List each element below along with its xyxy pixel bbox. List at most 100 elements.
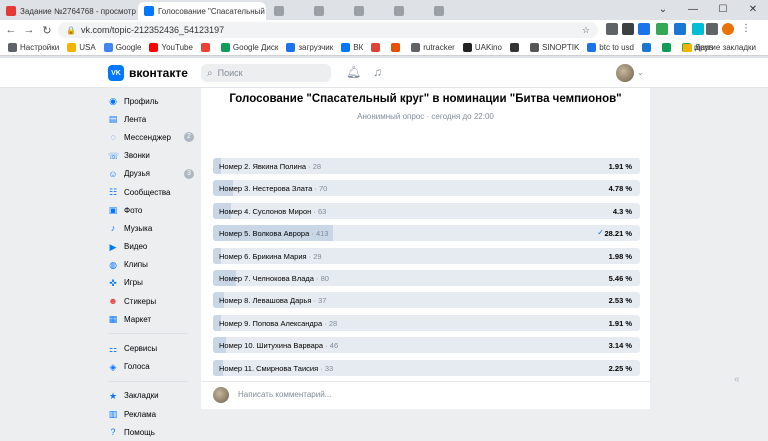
extension-icon[interactable]	[622, 23, 634, 35]
bookmark-item[interactable]	[200, 43, 213, 52]
bookmark-item[interactable]	[509, 43, 522, 52]
profile-avatar-icon[interactable]	[722, 23, 734, 35]
comment-input[interactable]: Написать комментарий...	[238, 390, 331, 399]
sidebar-item-label: Друзья	[124, 169, 150, 179]
bookmark-item[interactable]: USA	[67, 43, 96, 52]
bookmark-item[interactable]: загрузчик	[286, 43, 333, 52]
poll-option[interactable]: Номер 10. Шитухина Варвара · 46 3.14 %	[213, 337, 640, 354]
extension-icon[interactable]	[656, 23, 668, 35]
sidebar-item[interactable]: ▶ Видео	[108, 238, 198, 256]
reload-icon[interactable]: ↻	[40, 24, 54, 37]
star-icon[interactable]: ☆	[582, 25, 590, 36]
tab[interactable]	[388, 2, 426, 20]
chevron-down-icon[interactable]: ⌄	[648, 0, 678, 20]
poll-option[interactable]: Номер 5. Волкова Аврора · 413 ✓ 28.21 %	[213, 225, 640, 242]
music-note-icon[interactable]: ♫	[373, 65, 382, 79]
bookmark-item[interactable]: btc to usd	[587, 43, 634, 52]
forward-icon[interactable]: →	[22, 24, 36, 36]
sidebar-item[interactable]: ☻ Стикеры	[108, 292, 198, 310]
clips-icon: ◍	[109, 259, 117, 270]
poll-option[interactable]: Номер 9. Попова Александра · 28 1.91 %	[213, 314, 640, 331]
sidebar-item-label: Фото	[124, 205, 143, 215]
sidebar-item[interactable]: ? Помощь	[108, 423, 198, 441]
sidebar-item[interactable]: ☷ Сообщества	[108, 183, 198, 201]
bookmark-item[interactable]: SINOPTIK	[529, 43, 579, 52]
poll-subtitle: Анонимный опрос · сегодня до 22:00	[357, 112, 494, 121]
search-input[interactable]: ⌕ Поиск	[201, 64, 331, 82]
sidebar-item[interactable]: ☺ Друзья 3	[108, 165, 198, 183]
bookmark-item[interactable]	[391, 43, 403, 52]
bookmark-item[interactable]: Настройки	[8, 43, 59, 52]
vk-logo-icon: VK	[108, 65, 124, 81]
bell-icon[interactable]: 🔔︎	[346, 65, 361, 79]
tab[interactable]	[268, 2, 306, 20]
poll-option-label-wrap: Номер 11. Смирнова Таисия · 33	[219, 364, 333, 373]
puzzle-icon[interactable]	[706, 23, 718, 35]
sidebar-item[interactable]: ⚏ Сервисы	[108, 339, 198, 357]
sidebar-item-label: Маркет	[124, 314, 152, 324]
poll-option-percent: 4.78 %	[608, 184, 632, 194]
tab[interactable]	[348, 2, 386, 20]
address-bar[interactable]: 🔒 vk.com/topic-212352436_54123197 ☆	[58, 22, 598, 38]
bookmarks-icon: ★	[108, 390, 118, 401]
extension-icon[interactable]	[692, 23, 704, 35]
minimize-icon[interactable]: —	[678, 0, 708, 20]
sidebar-item[interactable]: ◈ Голоса	[108, 358, 198, 376]
communities-icon: ☷	[108, 187, 118, 198]
extension-icon[interactable]	[674, 23, 686, 35]
bookmark-item[interactable]: ВК	[341, 43, 363, 52]
bookmark-item[interactable]: YouTube	[149, 43, 193, 52]
bookmark-item[interactable]: Google Диск	[220, 43, 278, 52]
back-icon[interactable]: ←	[4, 24, 18, 36]
bookmark-item[interactable]	[661, 43, 674, 52]
sidebar-item[interactable]: ♪ Музыка	[108, 219, 198, 237]
sidebar-item[interactable]: ◌ Мессенджер 2	[108, 128, 198, 146]
bookmark-icon	[341, 43, 351, 52]
avatar[interactable]	[616, 64, 634, 82]
other-bookmarks[interactable]: Другие закладки	[682, 43, 756, 52]
poll-option[interactable]: Номер 7. Челнокова Влада · 80 5.46 %	[213, 270, 640, 286]
close-icon[interactable]: ✕	[738, 0, 768, 20]
poll-option[interactable]: Номер 2. Явкина Полина · 28 1.91 %	[213, 158, 640, 174]
bookmark-item[interactable]: UAKino	[462, 43, 502, 52]
sidebar-item[interactable]: ✜ Игры	[108, 274, 198, 292]
sidebar-item[interactable]: ▦ Маркет	[108, 310, 198, 328]
sidebar-item[interactable]: ▣ Фото	[108, 201, 198, 219]
vk-logo[interactable]: VK вконтакте	[108, 65, 188, 81]
bookmark-item[interactable]: Google	[103, 43, 141, 52]
poll-option[interactable]: Номер 3. Нестерова Злата · 70 4.78 %	[213, 180, 640, 197]
bookmark-label: YouTube	[161, 43, 193, 52]
search-icon: ⌕	[207, 67, 213, 79]
sidebar-item-label: Игры	[124, 278, 143, 288]
poll-option[interactable]: Номер 4. Суслонов Мирон · 63 4.3 %	[213, 202, 640, 219]
poll-option-percent: 1.98 %	[608, 251, 632, 261]
tab[interactable]	[308, 2, 346, 20]
bookmark-item[interactable]	[371, 43, 383, 52]
lock-icon: 🔒	[66, 25, 76, 35]
sidebar-item[interactable]: ☏ Звонки	[108, 147, 198, 165]
poll-option[interactable]: Номер 11. Смирнова Таисия · 33 2.25 %	[213, 359, 640, 376]
sidebar-item-label: Закладки	[124, 391, 159, 401]
sidebar-item[interactable]: ◉ Профиль	[108, 92, 198, 110]
menu-icon[interactable]: ⋮	[740, 23, 752, 35]
chevron-down-icon[interactable]: ⌄	[637, 68, 644, 77]
avatar	[213, 387, 229, 403]
sidebar-item[interactable]: ◍ Клипы	[108, 256, 198, 274]
sidebar-item[interactable]: ▤ Лента	[108, 110, 198, 128]
bookmark-item[interactable]	[641, 43, 654, 52]
tab[interactable]: Задание №2764768 - просмотр з✕	[0, 2, 136, 20]
separator: ·	[309, 229, 316, 239]
sidebar-item[interactable]: ▥ Реклама	[108, 405, 198, 423]
tab[interactable]: Голосование "Спасательный круг✕	[138, 2, 266, 20]
extension-icon[interactable]	[606, 23, 618, 35]
sidebar-item[interactable]: ★ Закладки	[108, 387, 198, 405]
poll-option-percent: 3.14 %	[608, 341, 632, 351]
tab[interactable]	[428, 2, 466, 20]
collapse-icon[interactable]: «	[734, 374, 740, 385]
bookmark-item[interactable]: rutracker	[411, 43, 455, 52]
maximize-icon[interactable]: ☐	[708, 0, 738, 20]
extension-icon[interactable]	[638, 23, 650, 35]
poll-option[interactable]: Номер 6. Брикина Мария · 29 1.98 %	[213, 247, 640, 264]
separator: ·	[306, 162, 313, 171]
poll-option[interactable]: Номер 8. Левашова Дарья · 37 2.53 %	[213, 292, 640, 309]
